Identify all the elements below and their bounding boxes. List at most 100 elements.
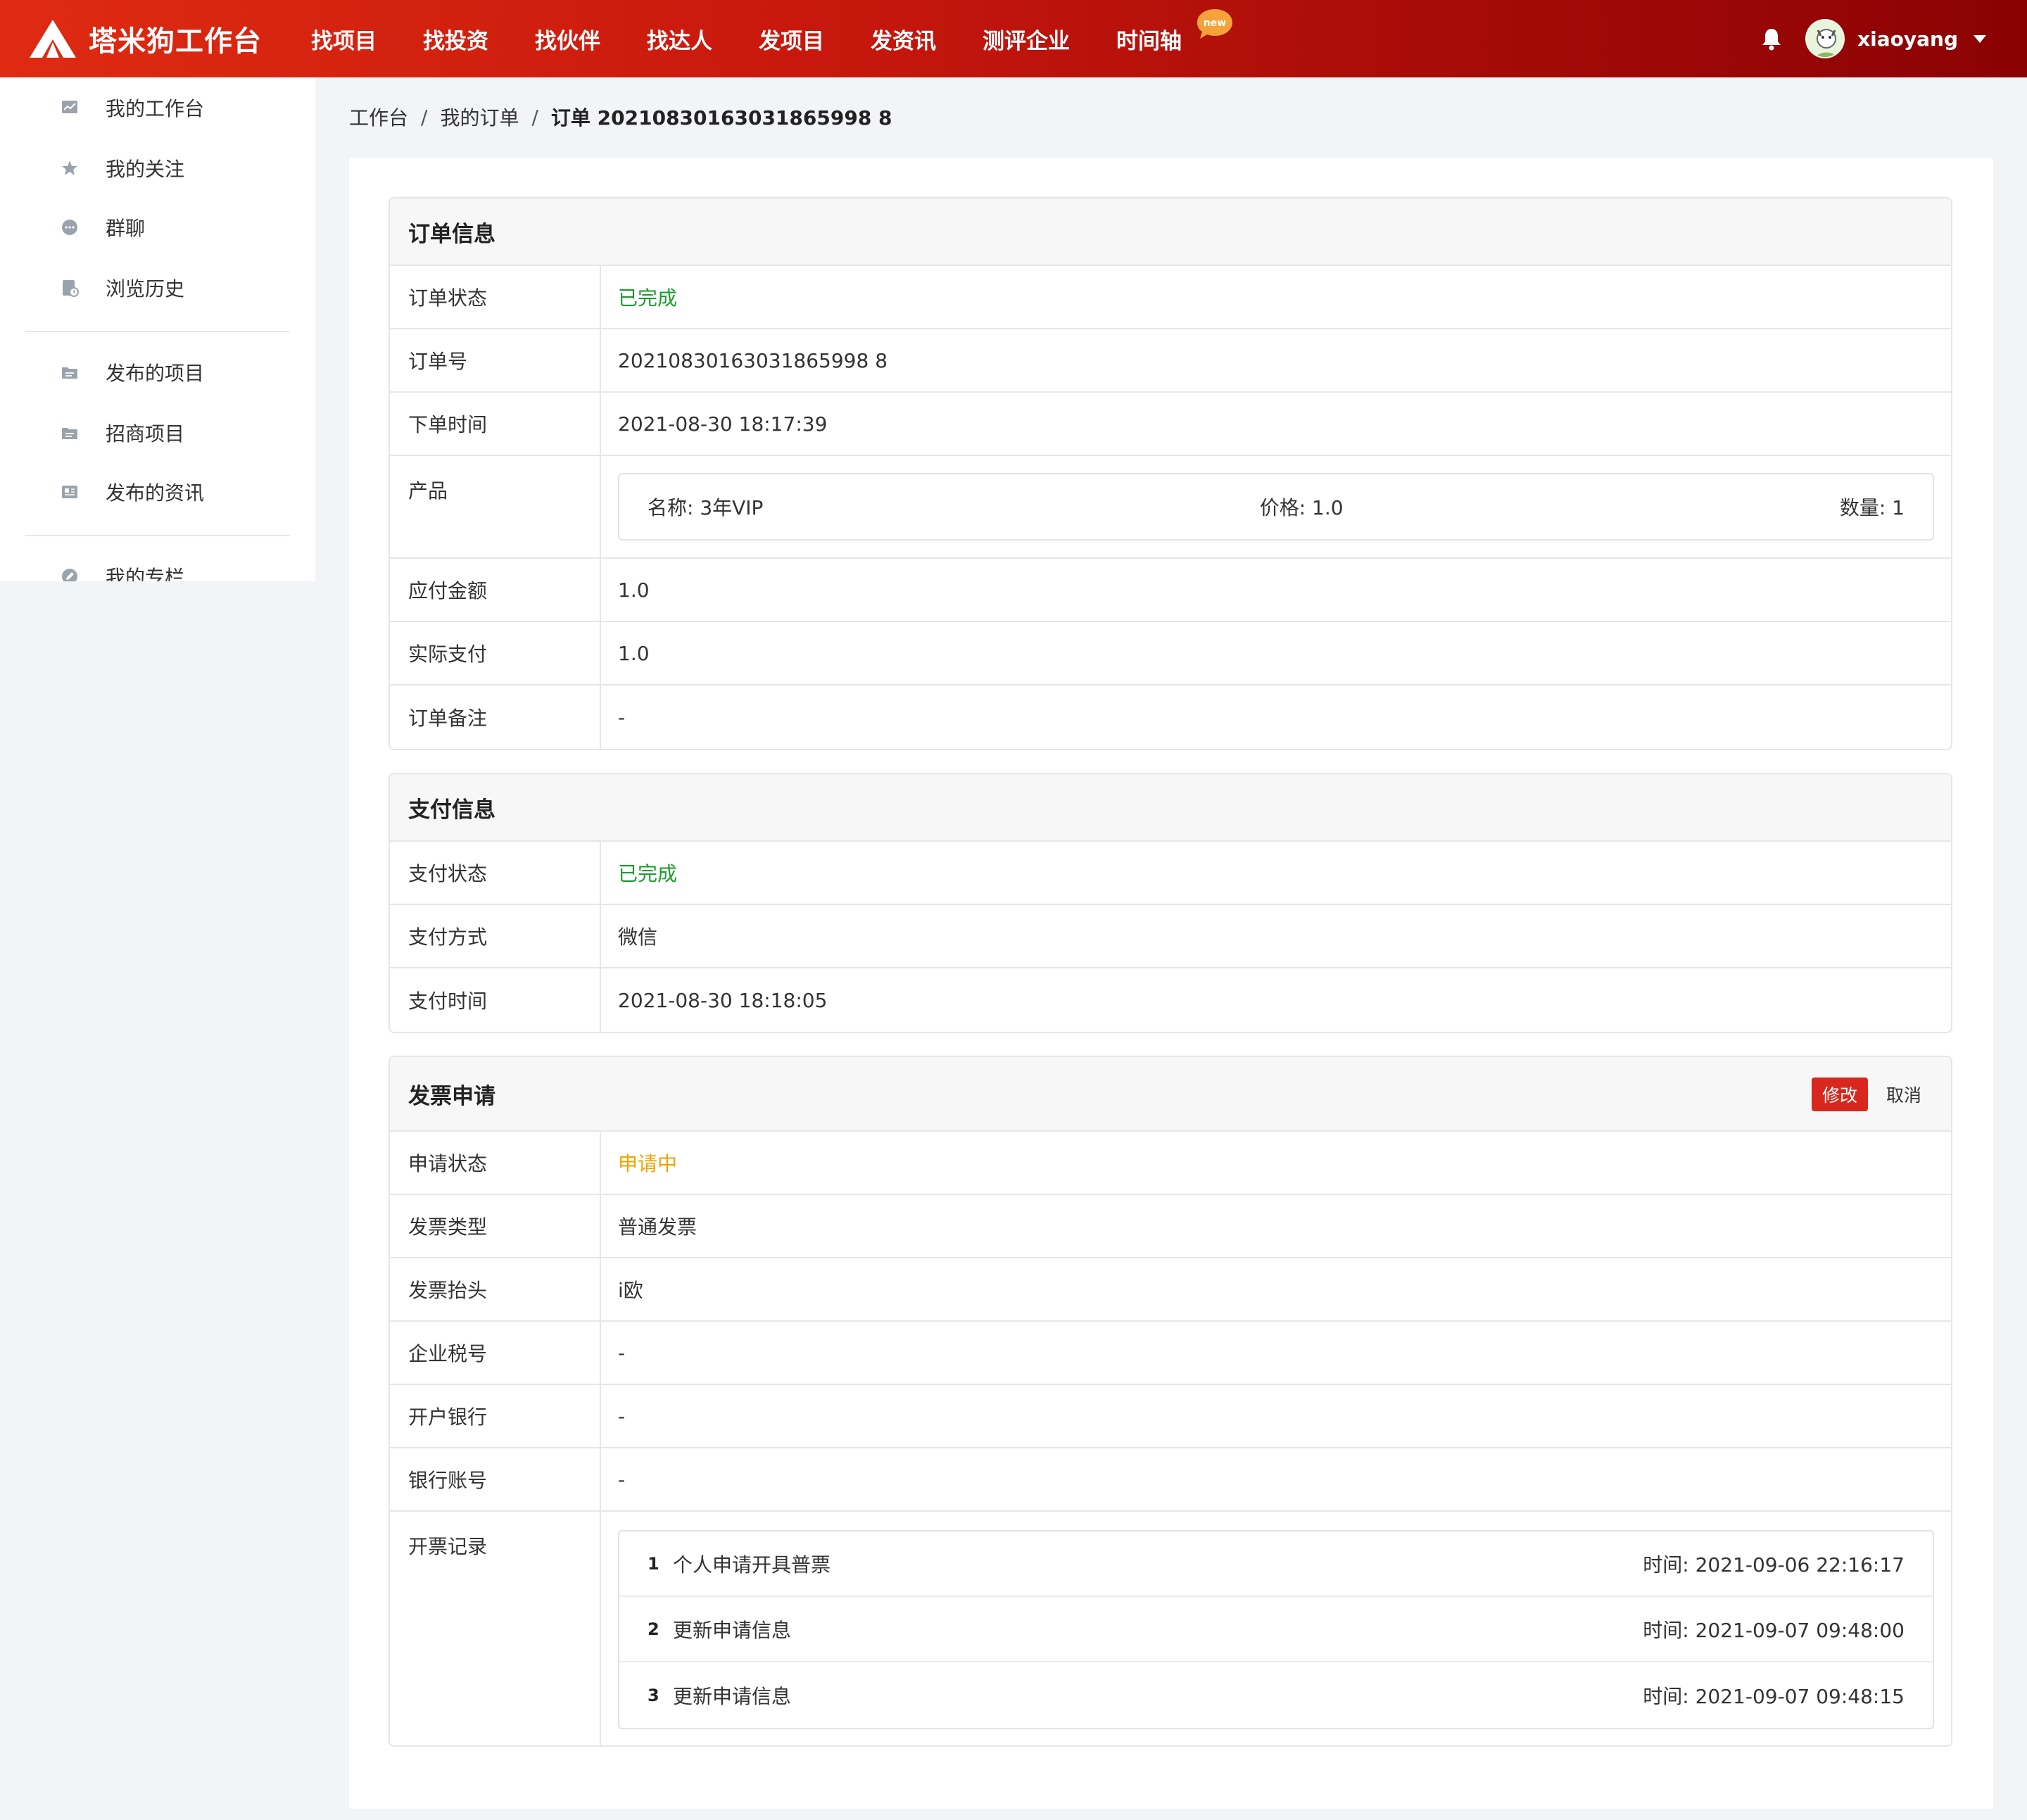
product-quantity: 数量: 1 [1839, 496, 1905, 519]
product-box: 名称: 3年VIP 价格: 1.0 数量: 1 [618, 473, 1934, 541]
nav-evaluate-company[interactable]: 测评企业 [983, 23, 1070, 55]
info-row: 产品 名称: 3年VIP 价格: 1.0 数量: 1 [390, 456, 1951, 559]
info-row: 支付状态 已完成 [390, 842, 1951, 905]
breadcrumb-current: 订单 20210830163031865998 8 [550, 106, 892, 129]
bell-icon[interactable] [1760, 27, 1783, 51]
logo-icon [30, 20, 76, 58]
username[interactable]: xiaoyang [1857, 27, 1958, 51]
user-area: xiaoyang [1760, 0, 2027, 77]
breadcrumb-orders[interactable]: 我的订单 [440, 103, 519, 131]
row-label: 开票记录 [390, 1512, 601, 1745]
row-label: 应付金额 [390, 559, 601, 621]
nav-timeline[interactable]: 时间轴 new [1116, 8, 1232, 55]
breadcrumb-separator: / [421, 105, 428, 129]
nav-find-project[interactable]: 找项目 [311, 23, 377, 55]
sidebar-item-label: 我的工作台 [106, 97, 205, 120]
record-text: 更新申请信息 [673, 1618, 792, 1642]
payable-amount-value: 1.0 [618, 578, 650, 602]
history-icon [63, 280, 79, 297]
row-label: 银行账号 [390, 1448, 601, 1510]
invoice-panel: 发票申请 修改 取消 申请状态 申请中 发票类型 普通发票 发票抬头 i欧 企业… [389, 1056, 1952, 1747]
info-row: 发票类型 普通发票 [390, 1195, 1951, 1258]
invoice-header-value: i欧 [618, 1279, 643, 1302]
row-label: 订单备注 [390, 685, 601, 749]
row-label: 实际支付 [390, 622, 601, 684]
records-cell: 1 个人申请开具普票 时间: 2021-09-06 22:16:17 2 更新申… [601, 1512, 1951, 1745]
record-number: 1 [648, 1553, 659, 1574]
sidebar-item-group-chat[interactable]: 群聊 [0, 197, 145, 258]
invoice-type-value: 普通发票 [618, 1215, 697, 1239]
nav-post-news[interactable]: 发资讯 [871, 23, 936, 55]
sidebar-item-label: 浏览历史 [106, 277, 185, 301]
sidebar: 我的工作台 我的关注 群聊 浏览历史 发布的项目 招商项目 发布的资讯 我的专栏 [0, 77, 315, 581]
payment-method-value: 微信 [618, 925, 658, 949]
main-nav: 找项目 找投资 找伙伴 找达人 发项目 发资讯 测评企业 时间轴 new [311, 0, 1232, 77]
info-row: 订单备注 - [390, 685, 1951, 749]
chat-icon [62, 220, 77, 235]
info-row: 订单状态 已完成 [390, 266, 1951, 329]
nav-find-partner[interactable]: 找伙伴 [535, 23, 600, 55]
info-row: 发票抬头 i欧 [390, 1258, 1951, 1322]
row-label: 产品 [390, 456, 601, 557]
sidebar-item-investment-projects[interactable]: 招商项目 [0, 403, 184, 463]
row-label: 发票类型 [390, 1195, 601, 1257]
panel-header: 订单信息 [390, 198, 1951, 266]
record-time: 时间: 2021-09-06 22:16:17 [1643, 1553, 1905, 1576]
panel-title: 支付信息 [408, 797, 495, 823]
breadcrumb-home[interactable]: 工作台 [349, 103, 408, 131]
record-text: 个人申请开具普票 [673, 1553, 831, 1576]
order-number-value: 20210830163031865998 8 [618, 348, 888, 372]
info-row: 订单号 20210830163031865998 8 [390, 329, 1951, 393]
new-badge-text: new [1204, 18, 1226, 29]
panel-title: 发票申请 [408, 1083, 495, 1109]
edit-button[interactable]: 修改 [1812, 1078, 1868, 1111]
row-label: 下单时间 [390, 393, 601, 455]
product-price: 价格: 1.0 [1259, 496, 1344, 519]
sidebar-item-dashboard[interactable]: 我的工作台 [0, 77, 204, 138]
row-label: 开户银行 [390, 1385, 601, 1447]
user-dropdown-caret-icon[interactable] [1974, 34, 1986, 43]
brand[interactable]: 塔米狗工作台 [28, 18, 311, 59]
row-label: 支付状态 [390, 842, 601, 904]
row-label: 支付方式 [390, 905, 601, 967]
breadcrumb-separator: / [531, 105, 538, 129]
nav-timeline-label: 时间轴 [1116, 28, 1182, 54]
nav-find-expert[interactable]: 找达人 [647, 23, 712, 55]
sidebar-divider [25, 535, 290, 536]
order-remark-value: - [618, 705, 626, 729]
product-cell: 名称: 3年VIP 价格: 1.0 数量: 1 [601, 456, 1951, 557]
invoice-records-list: 1 个人申请开具普票 时间: 2021-09-06 22:16:17 2 更新申… [618, 1530, 1934, 1729]
record-number: 2 [648, 1619, 659, 1639]
sidebar-item-published-news[interactable]: 发布的资讯 [0, 462, 204, 522]
info-row: 支付时间 2021-08-30 18:18:05 [390, 968, 1951, 1032]
top-navbar: 塔米狗工作台 找项目 找投资 找伙伴 找达人 发项目 发资讯 测评企业 时间轴 … [0, 0, 2027, 77]
order-info-panel: 订单信息 订单状态 已完成 订单号 20210830163031865998 8… [389, 197, 1952, 750]
avatar-image-icon [1807, 20, 1844, 57]
panel-title: 订单信息 [408, 221, 495, 247]
cancel-button[interactable]: 取消 [1886, 1078, 1921, 1111]
sidebar-item-history[interactable]: 浏览历史 [0, 258, 184, 318]
info-row: 申请状态 申请中 [390, 1132, 1951, 1195]
sidebar-item-published-projects[interactable]: 发布的项目 [0, 342, 204, 403]
record-time: 时间: 2021-09-07 09:48:15 [1643, 1684, 1905, 1708]
info-row: 实际支付 1.0 [390, 622, 1951, 685]
order-time-value: 2021-08-30 18:17:39 [618, 412, 828, 436]
breadcrumb: 工作台 / 我的订单 / 订单 20210830163031865998 8 [349, 103, 892, 131]
row-label: 发票抬头 [390, 1258, 601, 1320]
avatar[interactable] [1805, 19, 1845, 58]
sidebar-item-my-column[interactable]: 我的专栏 [0, 546, 184, 581]
nav-find-investment[interactable]: 找投资 [423, 23, 488, 55]
info-row: 支付方式 微信 [390, 905, 1951, 968]
sidebar-item-follows[interactable]: 我的关注 [0, 138, 184, 198]
invoice-status-value: 申请中 [618, 1152, 678, 1175]
bank-value: - [618, 1404, 626, 1428]
payment-time-value: 2021-08-30 18:18:05 [618, 988, 828, 1012]
row-label: 申请状态 [390, 1132, 601, 1194]
info-row: 银行账号 - [390, 1448, 1951, 1512]
nav-post-project[interactable]: 发项目 [759, 23, 824, 55]
list-item: 3 更新申请信息 时间: 2021-09-07 09:48:15 [619, 1662, 1933, 1728]
row-label: 订单号 [390, 329, 601, 391]
tax-number-value: - [618, 1341, 626, 1365]
bank-account-value: - [618, 1467, 626, 1491]
new-badge-icon: new [1197, 8, 1232, 39]
